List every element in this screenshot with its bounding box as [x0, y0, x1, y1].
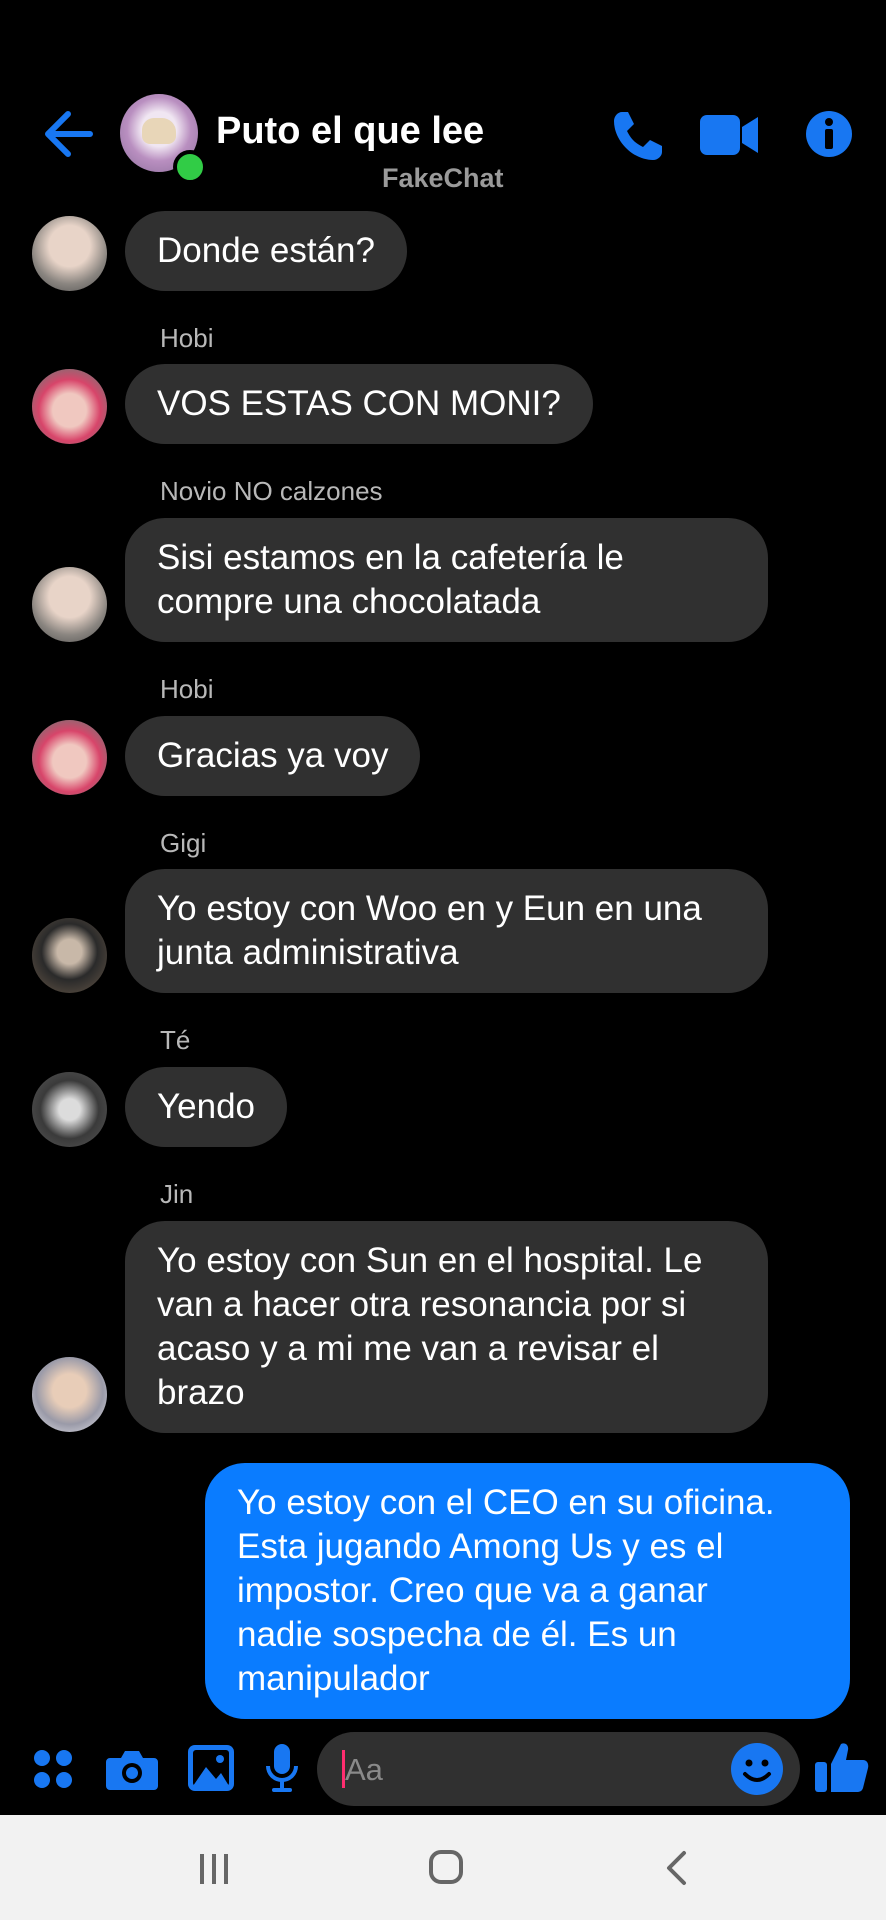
microphone-icon[interactable]: [266, 1744, 298, 1794]
message-bubble[interactable]: Sisi estamos en la cafetería le compre u…: [125, 518, 768, 642]
message-text: Donde están?: [157, 231, 375, 270]
message-text: Yo estoy con el CEO en su oficina.: [237, 1483, 775, 1522]
chat-header: Puto el que lee FakeChat: [0, 0, 886, 200]
sender-name: Gigi: [160, 828, 207, 858]
message-text: manipulador: [237, 1659, 430, 1698]
message-text: nadie sospecha de él. Es un: [237, 1615, 677, 1654]
message-text: Yendo: [157, 1087, 255, 1126]
avatar[interactable]: [32, 720, 107, 795]
home-icon[interactable]: [428, 1849, 464, 1885]
sender-name: Hobi: [160, 323, 214, 353]
avatar[interactable]: [32, 1357, 107, 1432]
back-arrow-icon[interactable]: [40, 108, 94, 160]
sender-name: Novio NO calzones: [160, 476, 383, 506]
avatar[interactable]: [32, 369, 107, 444]
sender-name: Hobi: [160, 674, 214, 704]
message-input[interactable]: [317, 1732, 800, 1806]
message-input-placeholder: Aa: [345, 1752, 383, 1787]
avatar[interactable]: [32, 1072, 107, 1147]
my-message-bubble[interactable]: Yo estoy con el CEO en su oficina. Esta …: [205, 1463, 850, 1719]
thumbs-up-icon[interactable]: [815, 1740, 869, 1794]
gallery-icon[interactable]: [188, 1745, 234, 1791]
sender-name: Té: [160, 1025, 191, 1055]
message-bubble[interactable]: Yendo: [125, 1067, 287, 1147]
info-icon[interactable]: [805, 110, 853, 158]
message-text: acaso y a mi me van a revisar el: [157, 1329, 659, 1368]
phone-icon[interactable]: [610, 108, 666, 164]
online-status-indicator: [173, 150, 207, 184]
apps-grid-icon[interactable]: [32, 1748, 74, 1790]
message-bubble[interactable]: VOS ESTAS CON MONI?: [125, 364, 593, 444]
back-nav-icon[interactable]: [664, 1850, 688, 1886]
avatar[interactable]: [32, 567, 107, 642]
message-text: Sisi estamos en la cafetería le: [157, 538, 624, 577]
emoji-icon[interactable]: [730, 1742, 784, 1796]
video-camera-icon[interactable]: [700, 113, 758, 157]
message-bubble[interactable]: Donde están?: [125, 211, 407, 291]
watermark-text: FakeChat: [382, 163, 504, 193]
message-text: junta administrativa: [157, 933, 459, 972]
message-text: brazo: [157, 1373, 245, 1412]
message-text: Yo estoy con Woo en y Eun en una: [157, 889, 702, 928]
sender-name: Jin: [160, 1179, 194, 1209]
recent-apps-icon[interactable]: [197, 1852, 231, 1886]
camera-icon[interactable]: [106, 1748, 158, 1790]
message-text: VOS ESTAS CON MONI?: [157, 384, 561, 423]
message-bubble[interactable]: Gracias ya voy: [125, 716, 421, 796]
avatar[interactable]: [32, 216, 107, 291]
message-text: Gracias ya voy: [157, 736, 389, 775]
message-text: Yo estoy con Sun en el hospital. Le: [157, 1241, 703, 1280]
avatar[interactable]: [32, 918, 107, 993]
message-bubble[interactable]: Yo estoy con Woo en y Eun en una junta a…: [125, 869, 768, 993]
message-text: van a hacer otra resonancia por si: [157, 1285, 687, 1324]
system-navigation-bar: [0, 1815, 886, 1920]
message-bubble[interactable]: Yo estoy con Sun en el hospital. Le van …: [125, 1221, 768, 1433]
chat-title[interactable]: Puto el que lee: [216, 110, 484, 153]
message-text: impostor. Creo que va a ganar: [237, 1571, 708, 1610]
message-text: compre una chocolatada: [157, 582, 541, 621]
message-text: Esta jugando Among Us y es el: [237, 1527, 724, 1566]
